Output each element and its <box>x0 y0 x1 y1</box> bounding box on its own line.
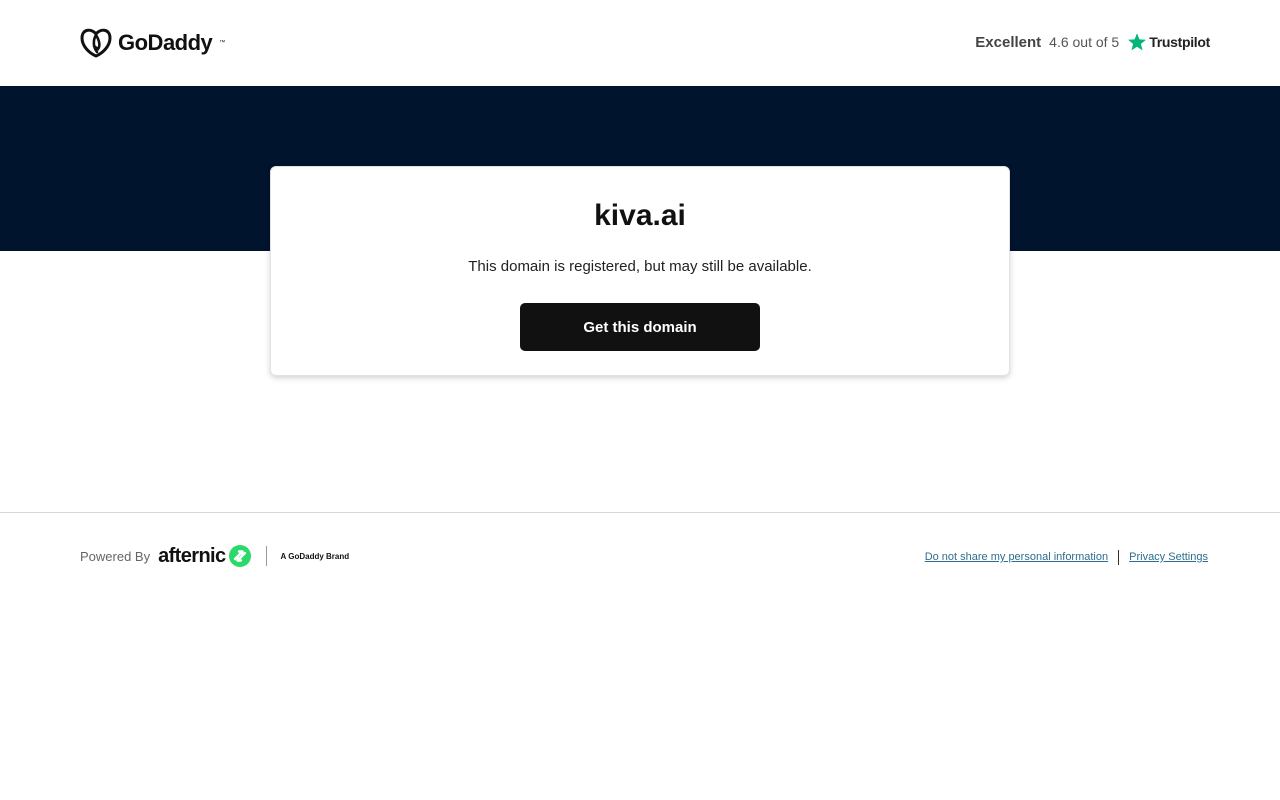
do-not-share-link[interactable]: Do not share my personal information <box>925 551 1108 563</box>
rating-score: 4.6 out of 5 <box>1049 34 1120 50</box>
page: GoDaddy ™ Excellent 4.6 out of 5 Trustpi… <box>0 0 1280 800</box>
logo-wordmark: GoDaddy <box>118 30 213 55</box>
powered-by-label: Powered By <box>80 548 151 564</box>
godaddy-logo-icon <box>80 28 112 58</box>
brand-divider <box>265 546 267 566</box>
powered-by: Powered By afternic A GoDaddy Brand <box>80 544 349 568</box>
domain-card: kiva.ai This domain is registered, but m… <box>270 166 1010 376</box>
privacy-settings-link[interactable]: Privacy Settings <box>1129 551 1208 563</box>
afternic-wordmark: afternic <box>158 544 226 567</box>
afternic-logo[interactable]: afternic <box>158 544 251 568</box>
trustpilot-logo: Trustpilot <box>1127 32 1210 52</box>
trademark-icon: ™ <box>219 40 226 46</box>
godaddy-brand-tag: A GoDaddy Brand <box>280 551 350 561</box>
link-separator <box>1118 549 1120 565</box>
godaddy-logo[interactable]: GoDaddy ™ <box>80 27 225 59</box>
rating-word: Excellent <box>975 33 1042 51</box>
domain-name: kiva.ai <box>594 199 686 232</box>
get-domain-button[interactable]: Get this domain <box>520 303 760 351</box>
star-icon <box>1128 33 1147 51</box>
site-header: GoDaddy ™ Excellent 4.6 out of 5 Trustpi… <box>0 0 1280 86</box>
afternic-logo-icon <box>228 545 251 567</box>
footer-links: Do not share my personal information Pri… <box>925 548 1208 566</box>
domain-status-message: This domain is registered, but may still… <box>468 258 812 275</box>
footer-divider <box>0 512 1280 513</box>
trustpilot-name: Trustpilot <box>1149 34 1210 50</box>
trustpilot-rating[interactable]: Excellent 4.6 out of 5 Trustpilot <box>975 30 1210 54</box>
